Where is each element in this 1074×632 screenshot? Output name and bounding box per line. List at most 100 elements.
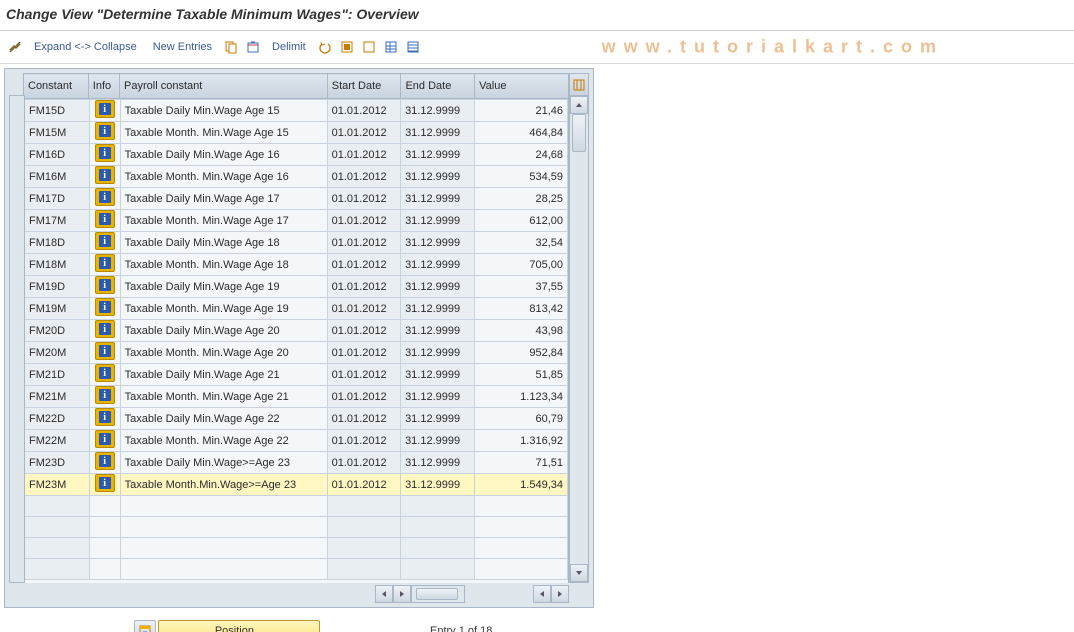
info-icon[interactable]: i bbox=[95, 210, 115, 228]
cell-payroll-constant[interactable]: Taxable Daily Min.Wage Age 18 bbox=[120, 232, 327, 254]
cell-payroll-constant[interactable]: Taxable Month.Min.Wage>=Age 23 bbox=[120, 474, 327, 496]
cell-payroll-constant[interactable]: Taxable Month. Min.Wage Age 16 bbox=[120, 166, 327, 188]
cell-constant[interactable]: FM15D bbox=[25, 100, 90, 122]
cell-end-date[interactable]: 31.12.9999 bbox=[401, 474, 474, 496]
cell-constant[interactable]: FM19D bbox=[25, 276, 90, 298]
cell-payroll-constant[interactable]: Taxable Daily Min.Wage Age 17 bbox=[120, 188, 327, 210]
cell-start-date[interactable]: 01.01.2012 bbox=[327, 298, 400, 320]
cell-start-date[interactable]: 01.01.2012 bbox=[327, 276, 400, 298]
cell-value[interactable]: 1.549,34 bbox=[474, 474, 568, 496]
configure-columns-button[interactable] bbox=[569, 73, 589, 97]
cell-constant[interactable]: FM22M bbox=[25, 430, 90, 452]
cell-info[interactable]: i bbox=[89, 386, 120, 408]
col-constant[interactable]: Constant bbox=[24, 74, 89, 99]
delimit-button[interactable]: Delimit bbox=[266, 41, 312, 53]
cell-payroll-constant[interactable]: Taxable Month. Min.Wage Age 17 bbox=[120, 210, 327, 232]
cell-payroll-constant[interactable]: Taxable Month. Min.Wage Age 21 bbox=[120, 386, 327, 408]
table-row[interactable]: FM22DiTaxable Daily Min.Wage Age 2201.01… bbox=[25, 408, 568, 430]
cell-end-date[interactable]: 31.12.9999 bbox=[401, 430, 474, 452]
info-icon[interactable]: i bbox=[95, 430, 115, 448]
cell-start-date[interactable]: 01.01.2012 bbox=[327, 254, 400, 276]
cell-info[interactable]: i bbox=[89, 320, 120, 342]
cell-start-date[interactable]: 01.01.2012 bbox=[327, 232, 400, 254]
scroll-left-icon-2[interactable] bbox=[533, 585, 551, 603]
table-row[interactable]: FM19DiTaxable Daily Min.Wage Age 1901.01… bbox=[25, 276, 568, 298]
cell-end-date[interactable]: 31.12.9999 bbox=[401, 232, 474, 254]
table-row[interactable]: FM17MiTaxable Month. Min.Wage Age 1701.0… bbox=[25, 210, 568, 232]
info-icon[interactable]: i bbox=[95, 408, 115, 426]
row-selector-gutter[interactable] bbox=[9, 95, 25, 583]
info-icon[interactable]: i bbox=[95, 386, 115, 404]
info-icon[interactable]: i bbox=[95, 100, 115, 118]
table-row[interactable]: FM17DiTaxable Daily Min.Wage Age 1701.01… bbox=[25, 188, 568, 210]
cell-payroll-constant[interactable]: Taxable Daily Min.Wage Age 15 bbox=[120, 100, 327, 122]
cell-constant[interactable]: FM22D bbox=[25, 408, 90, 430]
cell-payroll-constant[interactable]: Taxable Month. Min.Wage Age 18 bbox=[120, 254, 327, 276]
info-icon[interactable]: i bbox=[95, 342, 115, 360]
cell-end-date[interactable]: 31.12.9999 bbox=[401, 122, 474, 144]
cell-value[interactable]: 60,79 bbox=[474, 408, 568, 430]
delete-icon[interactable] bbox=[244, 38, 262, 56]
cell-start-date[interactable]: 01.01.2012 bbox=[327, 166, 400, 188]
cell-value[interactable]: 28,25 bbox=[474, 188, 568, 210]
col-start-date[interactable]: Start Date bbox=[327, 74, 401, 99]
cell-start-date[interactable]: 01.01.2012 bbox=[327, 144, 400, 166]
col-value[interactable]: Value bbox=[475, 74, 569, 99]
table-row-empty[interactable] bbox=[25, 496, 568, 517]
cell-info[interactable]: i bbox=[89, 122, 120, 144]
info-icon[interactable]: i bbox=[95, 188, 115, 206]
cell-value[interactable]: 24,68 bbox=[474, 144, 568, 166]
cell-value[interactable]: 71,51 bbox=[474, 452, 568, 474]
cell-constant[interactable]: FM15M bbox=[25, 122, 90, 144]
table-row[interactable]: FM15MiTaxable Month. Min.Wage Age 1501.0… bbox=[25, 122, 568, 144]
cell-value[interactable]: 813,42 bbox=[474, 298, 568, 320]
table-row[interactable]: FM18DiTaxable Daily Min.Wage Age 1801.01… bbox=[25, 232, 568, 254]
cell-value[interactable]: 464,84 bbox=[474, 122, 568, 144]
info-icon[interactable]: i bbox=[95, 298, 115, 316]
info-icon[interactable]: i bbox=[95, 364, 115, 382]
col-info[interactable]: Info bbox=[88, 74, 119, 99]
info-icon[interactable]: i bbox=[95, 452, 115, 470]
info-icon[interactable]: i bbox=[95, 474, 115, 492]
cell-end-date[interactable]: 31.12.9999 bbox=[401, 364, 474, 386]
table-row[interactable]: FM20MiTaxable Month. Min.Wage Age 2001.0… bbox=[25, 342, 568, 364]
cell-info[interactable]: i bbox=[89, 166, 120, 188]
cell-info[interactable]: i bbox=[89, 188, 120, 210]
table-row[interactable]: FM16MiTaxable Month. Min.Wage Age 1601.0… bbox=[25, 166, 568, 188]
cell-end-date[interactable]: 31.12.9999 bbox=[401, 452, 474, 474]
cell-info[interactable]: i bbox=[89, 254, 120, 276]
info-icon[interactable]: i bbox=[95, 144, 115, 162]
info-icon[interactable]: i bbox=[95, 122, 115, 140]
info-icon[interactable]: i bbox=[95, 232, 115, 250]
select-all-icon[interactable] bbox=[338, 38, 356, 56]
cell-start-date[interactable]: 01.01.2012 bbox=[327, 188, 400, 210]
cell-value[interactable]: 534,59 bbox=[474, 166, 568, 188]
table-row[interactable]: FM23MiTaxable Month.Min.Wage>=Age 2301.0… bbox=[25, 474, 568, 496]
cell-start-date[interactable]: 01.01.2012 bbox=[327, 320, 400, 342]
col-end-date[interactable]: End Date bbox=[401, 74, 475, 99]
undo-icon[interactable] bbox=[316, 38, 334, 56]
table-settings-icon[interactable] bbox=[382, 38, 400, 56]
table-row[interactable]: FM19MiTaxable Month. Min.Wage Age 1901.0… bbox=[25, 298, 568, 320]
cell-info[interactable]: i bbox=[89, 232, 120, 254]
cell-constant[interactable]: FM16D bbox=[25, 144, 90, 166]
table-row[interactable]: FM23DiTaxable Daily Min.Wage>=Age 2301.0… bbox=[25, 452, 568, 474]
cell-end-date[interactable]: 31.12.9999 bbox=[401, 276, 474, 298]
cell-constant[interactable]: FM23M bbox=[25, 474, 90, 496]
table-row[interactable]: FM15DiTaxable Daily Min.Wage Age 1501.01… bbox=[25, 100, 568, 122]
scroll-right-icon[interactable] bbox=[393, 585, 411, 603]
cell-constant[interactable]: FM20M bbox=[25, 342, 90, 364]
cell-value[interactable]: 21,46 bbox=[474, 100, 568, 122]
table-row[interactable]: FM18MiTaxable Month. Min.Wage Age 1801.0… bbox=[25, 254, 568, 276]
cell-payroll-constant[interactable]: Taxable Daily Min.Wage Age 19 bbox=[120, 276, 327, 298]
cell-value[interactable]: 37,55 bbox=[474, 276, 568, 298]
cell-info[interactable]: i bbox=[89, 452, 120, 474]
expand-collapse-button[interactable]: Expand <-> Collapse bbox=[28, 41, 143, 53]
cell-payroll-constant[interactable]: Taxable Month. Min.Wage Age 15 bbox=[120, 122, 327, 144]
cell-start-date[interactable]: 01.01.2012 bbox=[327, 342, 400, 364]
cell-value[interactable]: 952,84 bbox=[474, 342, 568, 364]
scrollbar-thumb[interactable] bbox=[572, 114, 586, 152]
cell-info[interactable]: i bbox=[89, 210, 120, 232]
cell-info[interactable]: i bbox=[89, 144, 120, 166]
cell-start-date[interactable]: 01.01.2012 bbox=[327, 210, 400, 232]
